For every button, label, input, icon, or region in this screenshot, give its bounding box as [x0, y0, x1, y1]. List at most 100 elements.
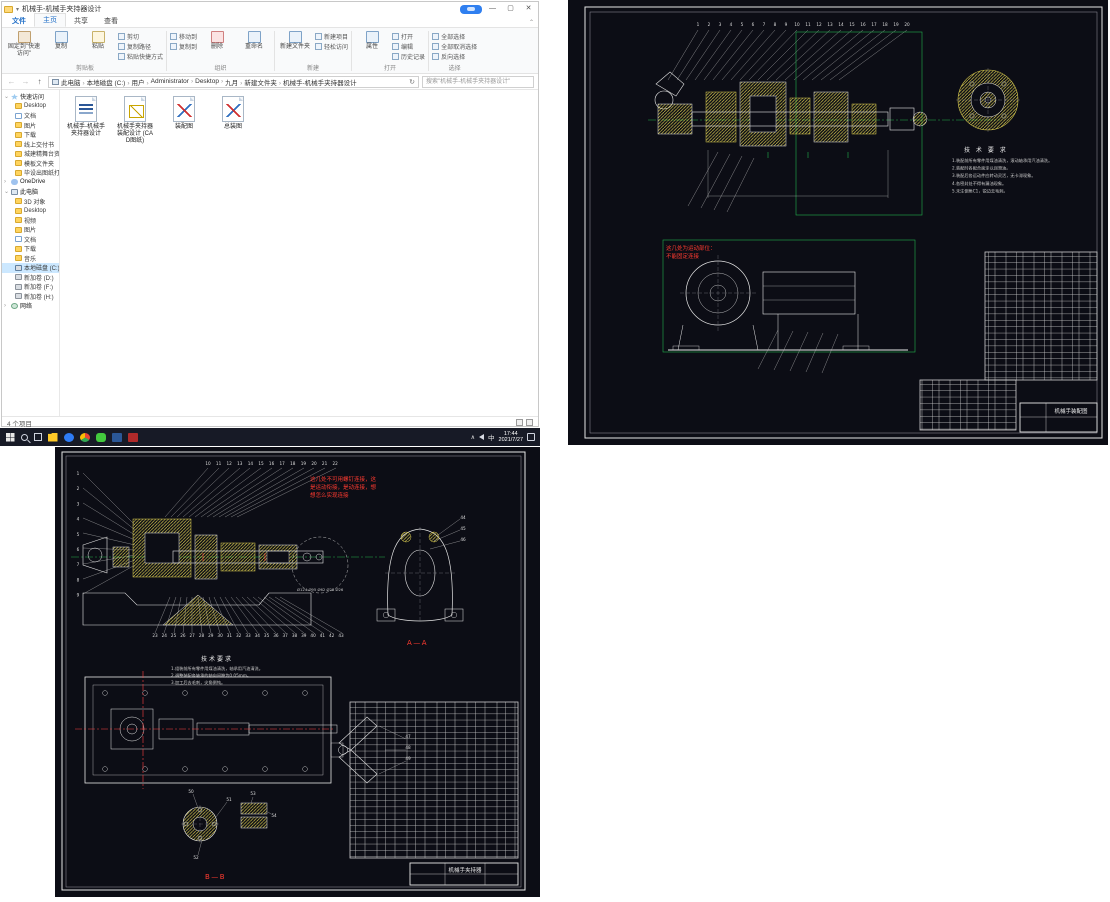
back-button[interactable]: ←: [6, 77, 17, 86]
breadcrumb-segment[interactable]: 本地磁盘 (C:): [87, 77, 132, 87]
paste-shortcut-button[interactable]: 粘贴快捷方式: [118, 52, 163, 61]
refresh-icon[interactable]: ↻: [409, 78, 415, 86]
pin-quick-access-button[interactable]: 固定到"快速访问": [7, 31, 41, 57]
cut-button[interactable]: 剪切: [118, 32, 163, 41]
task-view-icon[interactable]: [34, 433, 42, 441]
sidebar-item-desktop-pc[interactable]: Desktop: [2, 206, 59, 216]
svg-text:7: 7: [77, 562, 80, 567]
new-item-button[interactable]: 新建项目: [315, 32, 348, 41]
paste-button[interactable]: 粘贴: [81, 31, 115, 51]
tab-home[interactable]: 主页: [34, 13, 66, 27]
breadcrumb-segment-current[interactable]: 机械手-机械手夹持器设计: [283, 77, 357, 87]
search-input[interactable]: [422, 76, 534, 88]
start-button[interactable]: [6, 433, 10, 437]
sidebar-section-this-pc[interactable]: ⌄此电脑: [2, 187, 59, 197]
sidebar-item-network[interactable]: ›网络: [2, 301, 59, 311]
sidebar-item-volume-d[interactable]: 新加卷 (D:): [2, 273, 59, 283]
rename-button[interactable]: 重命名: [237, 31, 271, 51]
ime-indicator[interactable]: 中: [488, 432, 495, 442]
close-button[interactable]: ✕: [521, 2, 536, 16]
up-button[interactable]: ↑: [34, 77, 45, 86]
sidebar-item-volume-h[interactable]: 新加卷 (H:): [2, 292, 59, 302]
sidebar-item-folder[interactable]: 毕设出图纸打包: [2, 168, 59, 178]
delete-button[interactable]: 删除: [200, 31, 234, 51]
sidebar-item-3d-objects[interactable]: 3D 对象: [2, 197, 59, 207]
sidebar-item-downloads-pc[interactable]: 下载: [2, 244, 59, 254]
cad2-bottom-callouts: 2324252627282930313233343536373839404142…: [152, 633, 344, 638]
cad2-right-callouts: 444546: [460, 515, 466, 542]
taskbar-word-icon[interactable]: [112, 433, 122, 442]
invert-selection-button[interactable]: 反向选择: [432, 52, 477, 61]
sidebar-item-folder[interactable]: 线上交付书: [2, 140, 59, 150]
details-view-icon[interactable]: [516, 419, 523, 426]
sidebar-item-onedrive[interactable]: ›OneDrive: [2, 178, 59, 188]
taskbar-clock[interactable]: 17:44 2021/7/27: [499, 431, 523, 444]
sidebar-section-quick-access[interactable]: ⌄快速访问: [2, 92, 59, 102]
tab-file[interactable]: 文件: [4, 15, 34, 27]
file-name: 总装图: [224, 124, 242, 131]
easy-access-button[interactable]: 轻松访问: [315, 42, 348, 51]
sidebar-item-pictures[interactable]: 图片: [2, 121, 59, 131]
sidebar-item-pictures-pc[interactable]: 图片: [2, 225, 59, 235]
breadcrumb-segment[interactable]: 此电脑: [61, 77, 87, 87]
file-item[interactable]: 机械手夹持器装配设计 (CAD图纸): [115, 96, 155, 146]
sidebar-item-downloads[interactable]: 下载: [2, 130, 59, 140]
svg-text:22: 22: [333, 461, 339, 466]
breadcrumb-segment[interactable]: Desktop: [195, 78, 225, 85]
maximize-button[interactable]: ▢: [503, 2, 518, 16]
svg-text:38: 38: [292, 633, 298, 638]
select-none-button[interactable]: 全部取消选择: [432, 42, 477, 51]
svg-text:25: 25: [171, 633, 177, 638]
new-folder-button[interactable]: 新建文件夹: [278, 31, 312, 51]
volume-icon[interactable]: [479, 434, 484, 440]
select-all-button[interactable]: 全部选择: [432, 32, 477, 41]
tab-view[interactable]: 查看: [96, 15, 126, 27]
history-button[interactable]: 历史记录: [392, 52, 425, 61]
sidebar-item-documents[interactable]: 文档: [2, 111, 59, 121]
svg-text:5: 5: [741, 22, 744, 27]
breadcrumb-segment[interactable]: 九月: [225, 77, 244, 87]
tab-share[interactable]: 共享: [66, 15, 96, 27]
taskbar-cad-icon[interactable]: [128, 433, 138, 442]
forward-button[interactable]: →: [20, 77, 31, 86]
sidebar-item-documents-pc[interactable]: 文档: [2, 235, 59, 245]
file-item[interactable]: 总装图: [213, 96, 253, 131]
sidebar-item-folder[interactable]: 模板文件夹: [2, 159, 59, 169]
sidebar-item-local-disk-c[interactable]: 本地磁盘 (C:): [2, 263, 59, 273]
downloads-icon: [15, 246, 22, 252]
sidebar-item-volume-f[interactable]: 新加卷 (F:): [2, 282, 59, 292]
collapse-ribbon-icon[interactable]: ⌃: [529, 19, 534, 26]
copy-button[interactable]: 复制: [44, 31, 78, 51]
this-pc-icon: [52, 79, 59, 85]
edit-button[interactable]: 编辑: [392, 42, 425, 51]
quick-access-toolbar[interactable]: ▾: [16, 6, 19, 13]
sidebar-item-videos[interactable]: 视频: [2, 216, 59, 226]
taskbar-explorer-icon[interactable]: [48, 433, 58, 442]
thumbnail-view-icon[interactable]: [526, 419, 533, 426]
cloud-badge[interactable]: [460, 5, 482, 14]
copy-to-button[interactable]: 复制到: [170, 42, 197, 51]
copy-path-button[interactable]: 复制路径: [118, 42, 163, 51]
taskbar-edge-icon[interactable]: [64, 433, 74, 442]
properties-button[interactable]: 属性: [355, 31, 389, 51]
minimize-button[interactable]: —: [485, 2, 500, 16]
breadcrumb-segment[interactable]: 新建文件夹: [244, 77, 283, 87]
search-icon[interactable]: [21, 434, 28, 441]
cad1-drawing-title: 机械手装配图: [1054, 407, 1088, 415]
notification-center-icon[interactable]: [527, 433, 535, 441]
file-item[interactable]: 机械手-机械手夹持器设计: [66, 96, 106, 138]
breadcrumb-segment[interactable]: 用户: [131, 77, 150, 87]
open-button[interactable]: 打开: [392, 32, 425, 41]
file-item[interactable]: 装配图: [164, 96, 204, 131]
sidebar-item-music[interactable]: 音乐: [2, 254, 59, 264]
svg-text:6: 6: [77, 547, 80, 552]
breadcrumb[interactable]: 此电脑 本地磁盘 (C:) 用户 Administrator Desktop 九…: [48, 76, 419, 88]
sidebar-item-desktop[interactable]: Desktop: [2, 102, 59, 112]
taskbar-chrome-icon[interactable]: [80, 433, 90, 442]
svg-text:37: 37: [283, 633, 289, 638]
sidebar-item-folder[interactable]: 城建精舞台资料之: [2, 149, 59, 159]
tray-chevron-icon[interactable]: ∧: [471, 434, 475, 441]
taskbar-wechat-icon[interactable]: [96, 433, 106, 442]
move-to-button[interactable]: 移动到: [170, 32, 197, 41]
breadcrumb-segment[interactable]: Administrator: [151, 78, 195, 85]
